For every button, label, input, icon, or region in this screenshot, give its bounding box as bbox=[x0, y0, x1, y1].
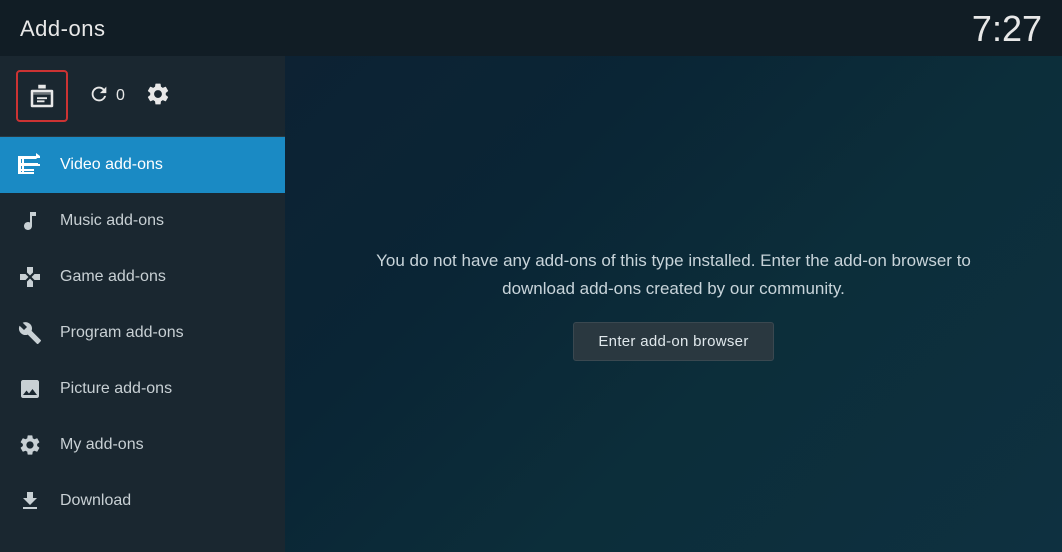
addon-box-icon[interactable] bbox=[16, 70, 68, 122]
sidebar-item-program-addons-label: Program add-ons bbox=[60, 324, 184, 342]
myaddon-icon bbox=[16, 431, 44, 459]
content-area: You do not have any add-ons of this type… bbox=[285, 56, 1062, 552]
sidebar-item-download-label: Download bbox=[60, 492, 131, 510]
picture-icon bbox=[16, 375, 44, 403]
main-layout: 0 Video add-ons Music bbox=[0, 56, 1062, 552]
download-icon bbox=[16, 487, 44, 515]
sidebar-item-my-addons[interactable]: My add-ons bbox=[0, 417, 285, 473]
clock: 7:27 bbox=[972, 8, 1042, 50]
sidebar-item-music-addons[interactable]: Music add-ons bbox=[0, 193, 285, 249]
refresh-icon[interactable] bbox=[88, 83, 110, 110]
sidebar-item-game-addons-label: Game add-ons bbox=[60, 268, 166, 286]
sidebar-item-program-addons[interactable]: Program add-ons bbox=[0, 305, 285, 361]
header: Add-ons 7:27 bbox=[0, 0, 1062, 56]
refresh-count: 0 bbox=[116, 87, 125, 105]
page-title: Add-ons bbox=[20, 16, 105, 42]
sidebar-item-game-addons[interactable]: Game add-ons bbox=[0, 249, 285, 305]
settings-icon[interactable] bbox=[145, 81, 171, 112]
game-icon bbox=[16, 263, 44, 291]
sidebar: 0 Video add-ons Music bbox=[0, 56, 285, 552]
video-icon bbox=[16, 151, 44, 179]
sidebar-item-video-addons[interactable]: Video add-ons bbox=[0, 137, 285, 193]
sidebar-toolbar: 0 bbox=[0, 56, 285, 137]
sidebar-item-my-addons-label: My add-ons bbox=[60, 436, 144, 454]
sidebar-item-picture-addons[interactable]: Picture add-ons bbox=[0, 361, 285, 417]
refresh-group: 0 bbox=[88, 83, 125, 110]
empty-message: You do not have any add-ons of this type… bbox=[376, 247, 971, 301]
sidebar-item-music-addons-label: Music add-ons bbox=[60, 212, 164, 230]
music-icon bbox=[16, 207, 44, 235]
enter-addon-browser-button[interactable]: Enter add-on browser bbox=[573, 322, 773, 361]
sidebar-item-video-addons-label: Video add-ons bbox=[60, 156, 163, 174]
sidebar-nav: Video add-ons Music add-ons Game add-ons bbox=[0, 137, 285, 552]
sidebar-item-download[interactable]: Download bbox=[0, 473, 285, 529]
program-icon bbox=[16, 319, 44, 347]
sidebar-item-picture-addons-label: Picture add-ons bbox=[60, 380, 172, 398]
